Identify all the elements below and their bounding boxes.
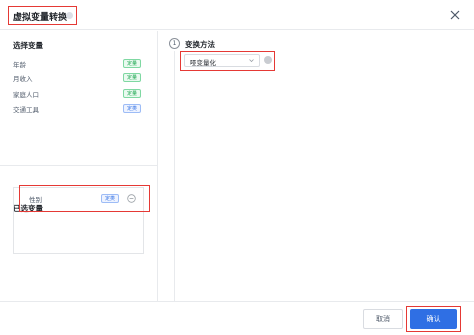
confirm-button[interactable]: 确认 — [410, 309, 457, 329]
variable-name: 年龄 — [13, 61, 26, 69]
question-circle-icon[interactable] — [66, 12, 73, 19]
step-connector — [174, 51, 175, 301]
virtual-variable-dialog: 虚拟变量转换 选择变量 年龄 定量 月收入 定量 家庭人口 定量 交通工具 定类… — [0, 0, 474, 335]
variable-name: 月收入 — [13, 75, 33, 83]
selected-variable-item[interactable]: 性别 定类 — [25, 193, 141, 205]
info-circle-icon[interactable] — [264, 56, 272, 64]
variable-name: 性别 — [29, 196, 42, 204]
variable-item-age[interactable]: 年龄 定量 — [13, 58, 141, 70]
panel-divider — [0, 165, 158, 166]
chevron-down-icon — [248, 57, 255, 64]
cancel-button[interactable]: 取消 — [363, 309, 403, 329]
variable-item-income[interactable]: 月收入 定量 — [13, 72, 141, 84]
dialog-header: 虚拟变量转换 — [0, 0, 474, 30]
variable-item-family-size[interactable]: 家庭人口 定量 — [13, 88, 141, 100]
step-number: 1 — [169, 38, 180, 49]
variable-type-tag: 定量 — [122, 89, 141, 98]
variable-name: 家庭人口 — [13, 91, 39, 99]
variable-type-tag: 定类 — [122, 104, 141, 113]
select-variable-title: 选择变量 — [13, 41, 43, 50]
dialog-title: 虚拟变量转换 — [13, 13, 68, 23]
close-icon[interactable] — [448, 8, 462, 22]
variable-item-transport[interactable]: 交通工具 定类 — [13, 103, 141, 115]
variable-type-tag: 定量 — [122, 59, 141, 68]
transform-method-select[interactable]: 哑变量化 — [184, 54, 260, 67]
step-title: 变换方法 — [185, 40, 215, 49]
minus-circle-icon[interactable] — [127, 194, 136, 203]
variable-type-tag: 定类 — [100, 194, 119, 203]
method-value: 哑变量化 — [190, 59, 216, 67]
variable-type-tag: 定量 — [122, 73, 141, 82]
variable-name: 交通工具 — [13, 106, 39, 114]
